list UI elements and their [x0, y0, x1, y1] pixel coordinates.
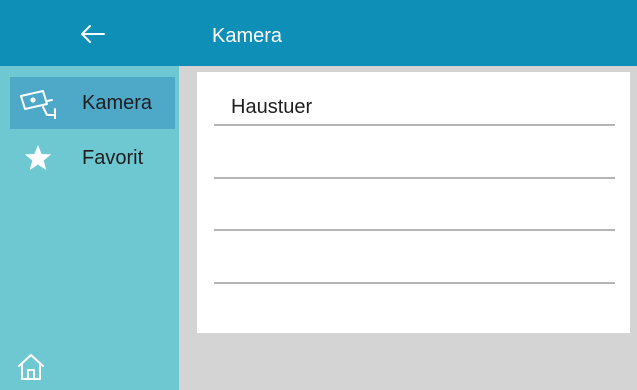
sidebar-item-label: Favorit	[82, 146, 144, 169]
home-icon	[18, 354, 44, 380]
list-item[interactable]	[214, 127, 615, 179]
list-item[interactable]: Haustuer	[214, 74, 615, 126]
home-button[interactable]	[16, 352, 46, 382]
sidebar-item-favorit[interactable]: Favorit	[10, 132, 175, 184]
sidebar-item-kamera[interactable]: Kamera	[10, 77, 175, 129]
page-title: Kamera	[212, 25, 283, 47]
security-camera-icon	[10, 77, 66, 129]
star-icon	[10, 132, 66, 184]
back-button[interactable]	[70, 14, 116, 54]
camera-list: Haustuer	[197, 72, 630, 333]
sidebar-item-label: Kamera	[82, 91, 153, 114]
list-item[interactable]	[214, 232, 615, 284]
camera-name: Haustuer	[231, 96, 313, 118]
top-bar: Kamera	[0, 0, 637, 66]
arrow-left-icon	[81, 25, 105, 43]
list-item[interactable]	[214, 179, 615, 231]
sidebar: Kamera Favorit	[0, 66, 179, 390]
